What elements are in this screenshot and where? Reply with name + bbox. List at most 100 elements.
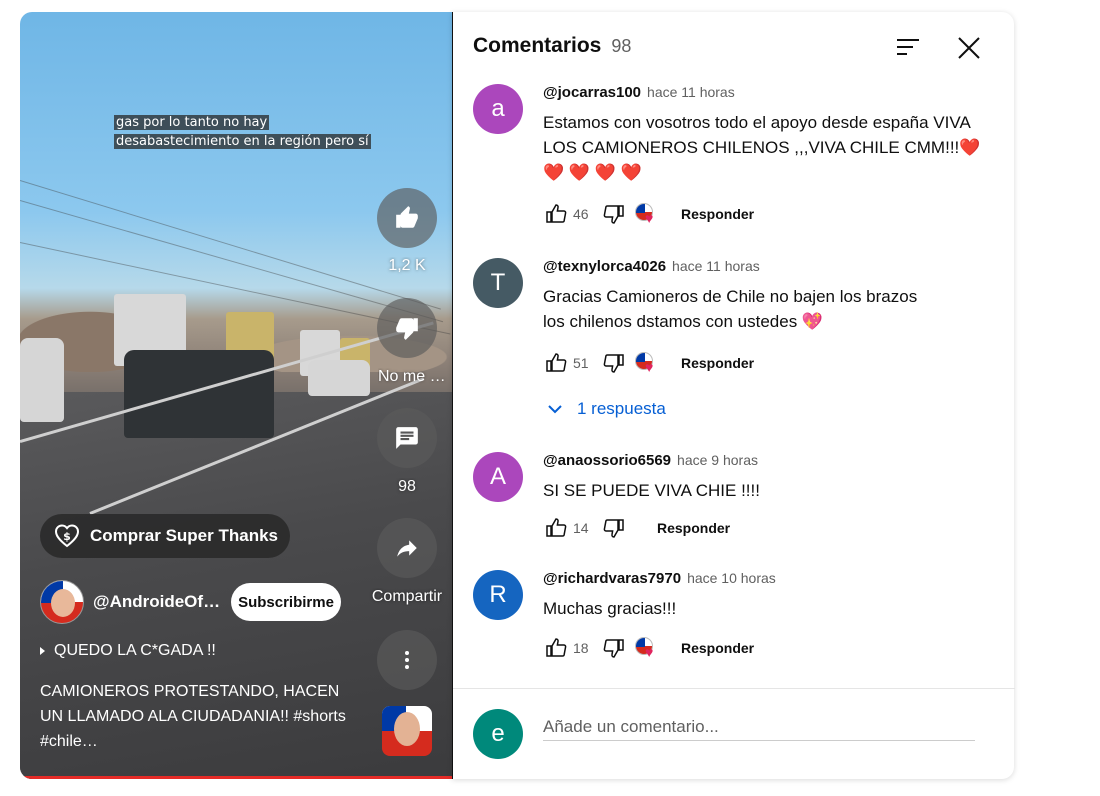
heart-icon: ♥ xyxy=(645,359,654,375)
view-replies-button[interactable]: 1 respuesta xyxy=(543,397,666,421)
super-thanks-label: Comprar Super Thanks xyxy=(90,526,278,545)
sort-button[interactable] xyxy=(893,32,925,64)
video-description[interactable]: CAMIONEROS PROTESTANDO, HACEN UN LLAMADO… xyxy=(40,679,360,754)
svg-text:$: $ xyxy=(63,530,71,543)
comments-panel: Comentarios 98 a @jocarras100 hace 11 ho… xyxy=(452,12,1015,779)
comment-like-button[interactable] xyxy=(543,515,569,541)
thumbs-down-outline-icon xyxy=(603,205,624,224)
replies-label: 1 respuesta xyxy=(577,399,666,418)
comments-button[interactable] xyxy=(377,408,437,468)
comment-text: Gracias Camioneros de Chile no bajen los… xyxy=(543,287,918,331)
sound-title: QUEDO LA C*GADA !! xyxy=(54,642,216,659)
comment-time[interactable]: hace 11 horas xyxy=(672,258,760,274)
comments-header: Comentarios 98 xyxy=(473,34,631,58)
shorts-video-player[interactable]: gas por lo tanto no hay desabastecimient… xyxy=(20,12,452,779)
comment-like-count: 51 xyxy=(573,355,589,371)
channel-avatar[interactable] xyxy=(40,580,84,624)
thumbs-up-icon xyxy=(396,206,418,228)
thumbs-down-outline-icon xyxy=(603,639,624,658)
comment-dislike-button[interactable] xyxy=(601,350,627,376)
thumbs-up-outline-icon xyxy=(546,638,567,657)
comment-body: @texnylorca4026 hace 11 horas Gracias Ca… xyxy=(543,258,983,378)
super-thanks-button[interactable]: $ Comprar Super Thanks xyxy=(40,514,290,558)
dislike-label: No me gusta xyxy=(378,368,450,385)
thumbs-down-outline-icon xyxy=(603,354,624,373)
reply-button[interactable]: Responder xyxy=(681,206,754,222)
thumbs-up-outline-icon xyxy=(546,204,567,223)
video-progress-bar[interactable] xyxy=(20,776,452,779)
subscribe-button[interactable]: Subscribirme xyxy=(231,583,341,621)
comment-like-count: 18 xyxy=(573,640,589,656)
comment-time[interactable]: hace 10 horas xyxy=(687,570,776,586)
heart-icon: ♥ xyxy=(645,644,654,660)
comment-like-button[interactable] xyxy=(543,635,569,661)
comment-like-count: 14 xyxy=(573,520,589,536)
add-comment-input[interactable] xyxy=(543,713,975,741)
more-vert-icon xyxy=(405,651,409,669)
comment-body: @anaossorio6569 hace 9 horas SI SE PUEDE… xyxy=(543,452,983,543)
channel-name[interactable]: @AndroideOfficial xyxy=(93,592,223,612)
reply-button[interactable]: Responder xyxy=(681,640,754,656)
car xyxy=(308,360,370,396)
comment-avatar[interactable]: T xyxy=(473,258,523,308)
close-button[interactable] xyxy=(953,32,985,64)
comments-total: 98 xyxy=(611,36,632,56)
reply-button[interactable]: Responder xyxy=(657,520,730,536)
dislike-button[interactable] xyxy=(377,298,437,358)
comment-actions: 51 ♥ Responder xyxy=(543,348,983,378)
comment-actions: 18 ♥ Responder xyxy=(543,633,983,663)
comment-author[interactable]: @texnylorca4026 xyxy=(543,258,666,275)
comment-item: R @richardvaras7970 hace 10 horas Muchas… xyxy=(473,570,983,670)
comments-title: Comentarios xyxy=(473,34,602,57)
creator-heart-badge: ♥ xyxy=(633,201,663,227)
comment-text: Estamos con vosotros todo el apoyo desde… xyxy=(543,113,981,182)
super-thanks-heart-icon: $ xyxy=(54,523,80,549)
comment-item: A @anaossorio6569 hace 9 horas SI SE PUE… xyxy=(473,452,983,552)
comment-avatar[interactable]: R xyxy=(473,570,523,620)
comment-like-button[interactable] xyxy=(543,201,569,227)
comment-actions: 46 ♥ Responder xyxy=(543,199,983,229)
caption-line: desabastecimiento en la región pero sí xyxy=(114,134,371,149)
comment-avatar[interactable]: A xyxy=(473,452,523,502)
creator-heart-badge: ♥ xyxy=(633,635,663,661)
video-caption: gas por lo tanto no hay desabastecimient… xyxy=(114,113,374,151)
comment-dislike-button[interactable] xyxy=(601,515,627,541)
comment-like-button[interactable] xyxy=(543,350,569,376)
chevron-down-icon xyxy=(548,405,562,414)
comment-icon xyxy=(396,427,418,449)
car xyxy=(20,338,64,422)
comment-item: T @texnylorca4026 hace 11 horas Gracias … xyxy=(473,258,983,378)
comment-time[interactable]: hace 11 horas xyxy=(647,84,735,100)
reply-button[interactable]: Responder xyxy=(681,355,754,371)
comment-dislike-button[interactable] xyxy=(601,635,627,661)
channel-row: @AndroideOfficial Subscribirme xyxy=(40,580,341,624)
car xyxy=(124,350,274,438)
comment-like-count: 46 xyxy=(573,206,589,222)
thumbs-up-outline-icon xyxy=(546,518,567,537)
comment-dislike-button[interactable] xyxy=(601,201,627,227)
like-button[interactable] xyxy=(377,188,437,248)
comment-avatar[interactable]: a xyxy=(473,84,523,134)
creator-heart-badge: ♥ xyxy=(633,350,663,376)
close-icon xyxy=(958,37,980,59)
comment-body: @richardvaras7970 hace 10 horas Muchas g… xyxy=(543,570,983,663)
comment-author[interactable]: @richardvaras7970 xyxy=(543,570,681,587)
share-button[interactable] xyxy=(377,518,437,578)
sort-icon xyxy=(897,39,919,55)
comment-item: a @jocarras100 hace 11 horas Estamos con… xyxy=(473,84,983,244)
comment-author[interactable]: @jocarras100 xyxy=(543,84,641,101)
comment-actions: 14 Responder xyxy=(543,513,983,543)
more-options-button[interactable] xyxy=(377,630,437,690)
thumbs-down-icon xyxy=(396,318,418,340)
share-label: Compartir xyxy=(371,588,443,605)
sound-link[interactable]: QUEDO LA C*GADA !! xyxy=(40,642,216,660)
comment-time[interactable]: hace 9 horas xyxy=(677,452,758,468)
comment-text: Muchas gracias!!! xyxy=(543,599,677,618)
thumbs-down-outline-icon xyxy=(603,519,624,538)
sound-thumbnail[interactable] xyxy=(382,706,432,756)
current-user-avatar: e xyxy=(473,709,523,759)
comment-author[interactable]: @anaossorio6569 xyxy=(543,452,671,469)
thumbs-up-outline-icon xyxy=(546,353,567,372)
add-comment-bar: e xyxy=(453,688,1015,779)
comments-count: 98 xyxy=(398,478,416,495)
